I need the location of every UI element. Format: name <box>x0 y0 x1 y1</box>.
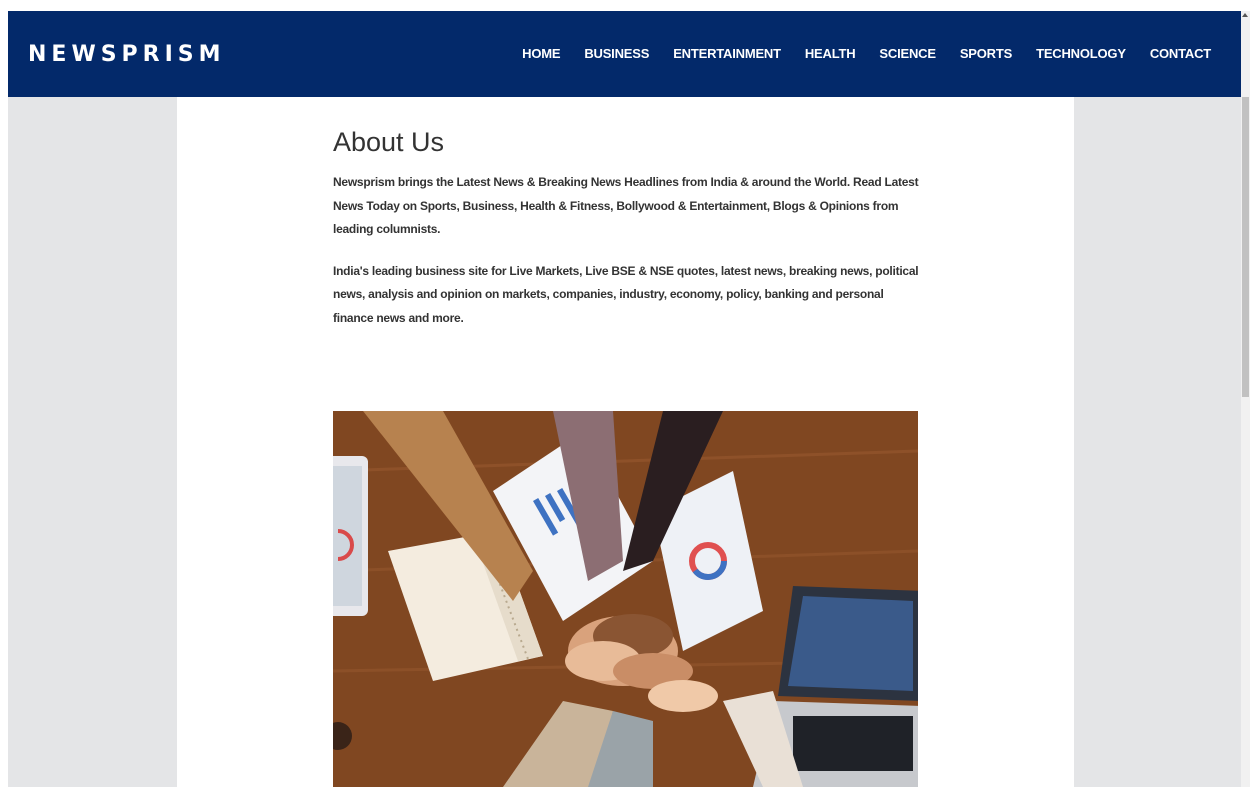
nav-business[interactable]: BUSINESS <box>584 45 649 63</box>
scroll-up-arrow-icon[interactable] <box>1242 13 1248 17</box>
about-article: About Us Newsprism brings the Latest New… <box>333 125 923 348</box>
about-paragraph-1: Newsprism brings the Latest News & Break… <box>333 175 919 236</box>
nav-health[interactable]: HEALTH <box>805 45 856 63</box>
hand-fair <box>648 680 718 712</box>
nav-contact[interactable]: CONTACT <box>1150 45 1211 63</box>
nav-science[interactable]: SCIENCE <box>879 45 936 63</box>
content-column: About Us Newsprism brings the Latest New… <box>177 97 1074 787</box>
site-logo[interactable]: NEWSPRISM <box>28 41 226 69</box>
about-paragraph-2: India's leading business site for Live M… <box>333 263 919 325</box>
page-title: About Us <box>333 127 445 157</box>
team-hands-illustration <box>333 411 918 787</box>
nav-home[interactable]: HOME <box>522 45 560 63</box>
main-nav: HOME BUSINESS ENTERTAINMENT HEALTH SCIEN… <box>522 45 1211 63</box>
nav-entertainment[interactable]: ENTERTAINMENT <box>673 45 781 63</box>
browser-viewport: NEWSPRISM HOME BUSINESS ENTERTAINMENT HE… <box>8 11 1241 787</box>
team-hands-photo <box>333 411 918 787</box>
vertical-scrollbar[interactable] <box>1241 11 1250 787</box>
nav-technology[interactable]: TECHNOLOGY <box>1036 45 1126 63</box>
scroll-thumb[interactable] <box>1242 97 1249 397</box>
top-navbar: NEWSPRISM HOME BUSINESS ENTERTAINMENT HE… <box>8 11 1241 97</box>
nav-sports[interactable]: SPORTS <box>960 45 1012 63</box>
laptop-keyboard <box>793 716 913 771</box>
laptop-screen <box>788 596 913 691</box>
